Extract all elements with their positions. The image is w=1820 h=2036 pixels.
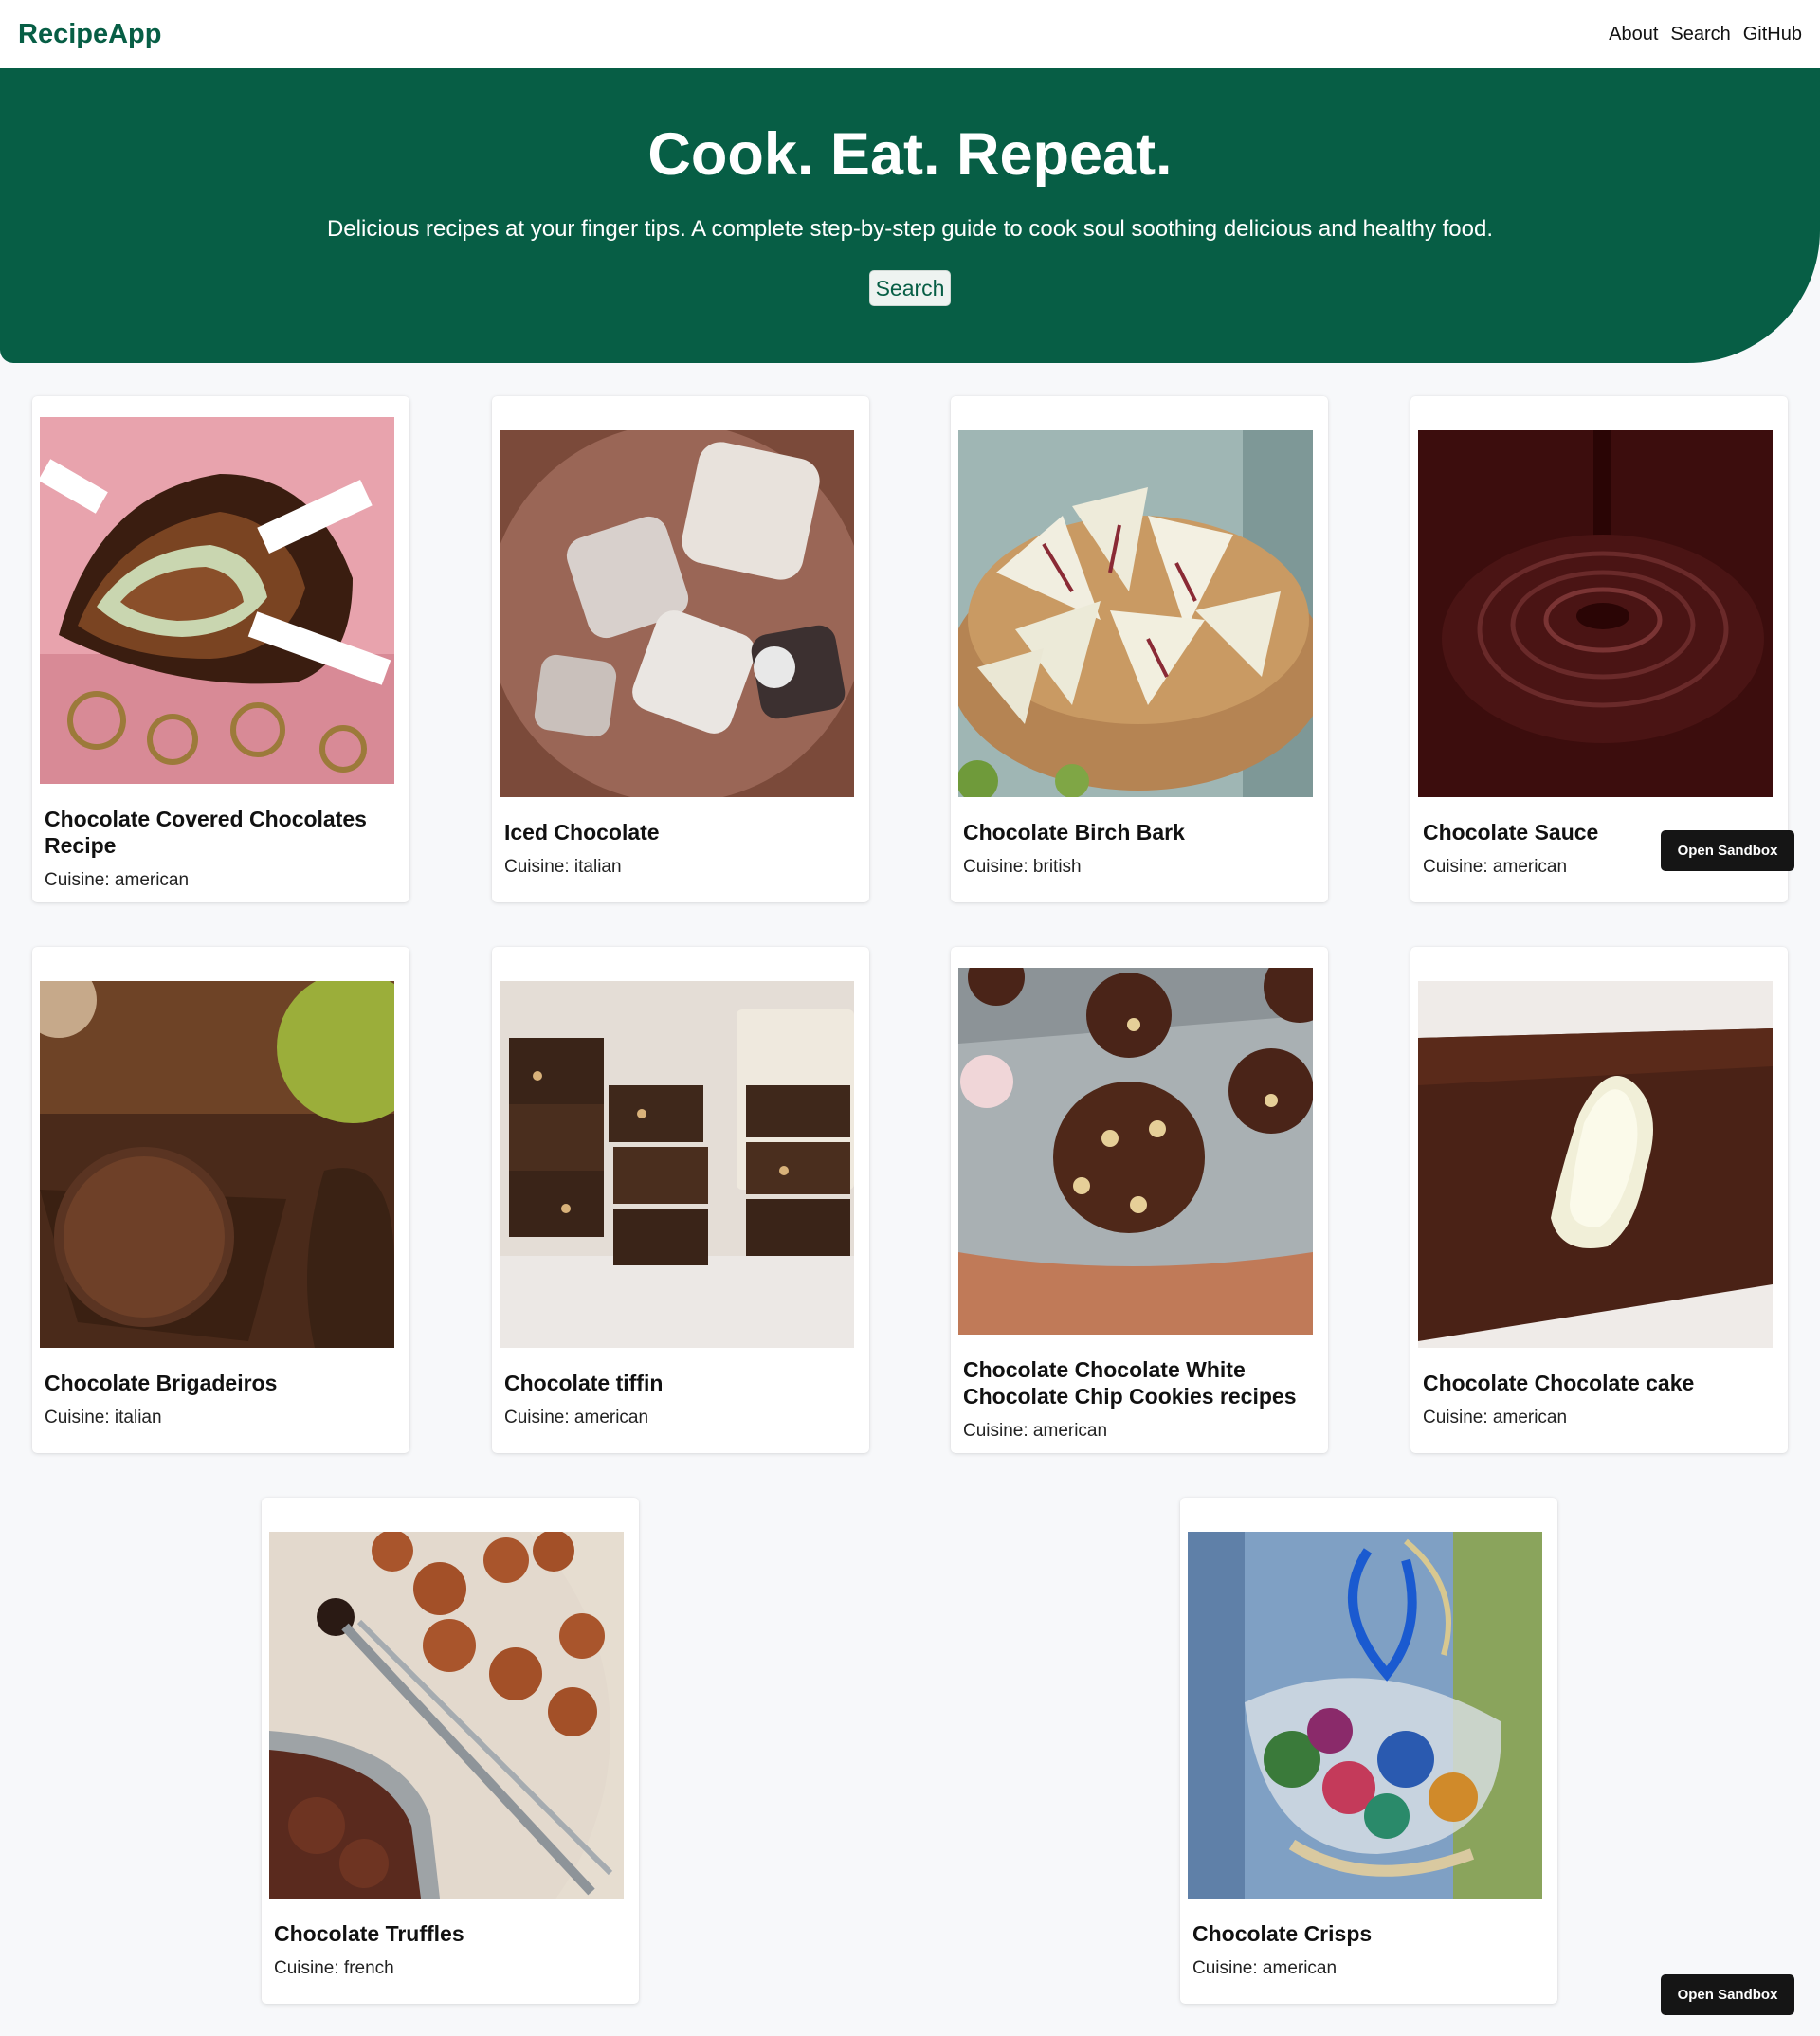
navbar: RecipeApp About Search GitHub <box>0 0 1820 68</box>
recipe-title: Chocolate Truffles <box>274 1921 464 1946</box>
recipe-image <box>500 981 854 1348</box>
recipe-image <box>40 981 394 1348</box>
recipe-card[interactable]: Chocolate Crisps Cuisine: american <box>1180 1498 1557 2004</box>
recipe-cuisine: Cuisine: american <box>45 870 190 890</box>
recipe-card[interactable]: Iced Chocolate Cuisine: italian <box>492 396 869 902</box>
recipe-card[interactable]: Chocolate Chocolate cake Cuisine: americ… <box>1410 947 1788 1453</box>
recipe-title: Chocolate Chocolate White Chocolate Chip… <box>963 1357 1297 1409</box>
recipe-image <box>1418 981 1773 1348</box>
nav-link-search[interactable]: Search <box>1670 24 1730 45</box>
nav-links: About Search GitHub <box>1609 24 1802 45</box>
recipe-cuisine: Cuisine: british <box>963 857 1082 877</box>
hero-search-button[interactable]: Search <box>869 270 951 306</box>
recipe-title: Chocolate Birch Bark <box>963 820 1185 845</box>
hero-banner: Cook. Eat. Repeat. Delicious recipes at … <box>0 68 1820 363</box>
recipe-image <box>1188 1532 1542 1899</box>
nav-link-github[interactable]: GitHub <box>1743 24 1802 45</box>
recipe-card[interactable]: Chocolate tiffin Cuisine: american <box>492 947 869 1453</box>
recipe-card[interactable]: Chocolate Truffles Cuisine: french <box>262 1498 639 2004</box>
recipe-title: Chocolate Covered Chocolates Recipe <box>45 807 367 858</box>
recipe-image <box>500 430 854 797</box>
recipe-image <box>958 430 1313 797</box>
recipe-cuisine: Cuisine: french <box>274 1958 394 1978</box>
recipe-title: Chocolate Crisps <box>1192 1921 1373 1946</box>
recipe-title: Chocolate Chocolate cake <box>1423 1371 1695 1395</box>
recipe-card[interactable]: Chocolate Chocolate White Chocolate Chip… <box>951 947 1328 1453</box>
open-sandbox-button[interactable]: Open Sandbox <box>1661 830 1794 871</box>
recipe-cuisine: Cuisine: italian <box>45 1408 162 1427</box>
nav-link-about[interactable]: About <box>1609 24 1658 45</box>
recipe-card[interactable]: Chocolate Sauce Cuisine: american <box>1410 396 1788 902</box>
recipe-cuisine: Cuisine: american <box>1423 1408 1568 1427</box>
recipe-card[interactable]: Chocolate Covered Chocolates Recipe Cuis… <box>32 396 410 902</box>
recipe-card[interactable]: Chocolate Brigadeiros Cuisine: italian <box>32 947 410 1453</box>
open-sandbox-button[interactable]: Open Sandbox <box>1661 1974 1794 2015</box>
recipe-title: Iced Chocolate <box>504 820 660 845</box>
hero-title: Cook. Eat. Repeat. <box>647 121 1173 188</box>
recipe-cuisine: Cuisine: italian <box>504 857 622 877</box>
recipe-image <box>1418 430 1773 797</box>
recipe-title: Chocolate Brigadeiros <box>45 1371 278 1395</box>
recipe-cuisine: Cuisine: american <box>1423 857 1568 877</box>
hero-subtitle: Delicious recipes at your finger tips. A… <box>326 216 1494 242</box>
brand-logo[interactable]: RecipeApp <box>18 19 161 50</box>
recipe-image <box>958 968 1313 1335</box>
recipe-image <box>269 1532 624 1899</box>
recipe-cuisine: Cuisine: american <box>963 1421 1108 1441</box>
recipe-cuisine: Cuisine: american <box>1192 1958 1338 1978</box>
recipe-cuisine: Cuisine: american <box>504 1408 649 1427</box>
recipe-title: Chocolate tiffin <box>504 1371 664 1395</box>
recipe-image <box>40 417 394 784</box>
recipe-card[interactable]: Chocolate Birch Bark Cuisine: british <box>951 396 1328 902</box>
